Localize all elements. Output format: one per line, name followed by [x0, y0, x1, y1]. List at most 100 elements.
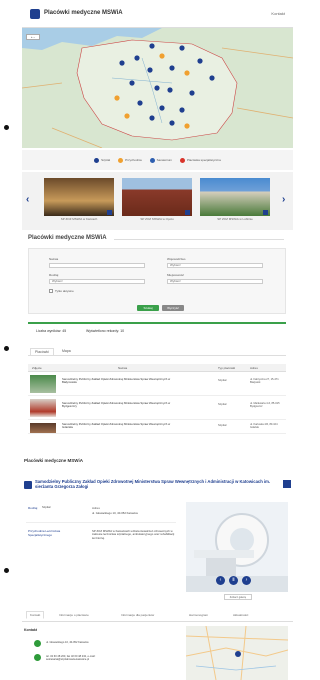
- name-input[interactable]: [49, 263, 145, 268]
- location-mini-map[interactable]: [186, 626, 288, 680]
- legend-swatch-icon: [118, 157, 124, 163]
- city-label: Miejscowość: [167, 273, 185, 277]
- name-label: Nazwa: [49, 257, 59, 261]
- row-photo: [30, 375, 56, 393]
- legend-item[interactable]: Przychodnia: [118, 157, 142, 163]
- facility-tabs: Kontakt Informacje o placówce Informacje…: [22, 608, 293, 622]
- tab-contact[interactable]: Kontakt: [26, 611, 45, 619]
- clear-button[interactable]: Wyczyść: [162, 305, 184, 311]
- legend-swatch-icon: [180, 157, 185, 163]
- filter-form: Nazwa Województwo Wybierz Rodzaj Wybierz…: [28, 248, 286, 314]
- contact-address: ul. Głowackiego 10, 40-052 Katowice: [46, 641, 89, 644]
- row-address: ul. Markwarta 4-6, 85-015 Bydgoszcz: [250, 402, 280, 409]
- page-title: Placówki medyczne MSWiA: [28, 235, 107, 241]
- tab-schedule[interactable]: Harmonogram: [186, 612, 211, 618]
- info-divider: [26, 522, 176, 523]
- results-count: Liczba wyników: 45: [36, 329, 67, 333]
- menu-icon[interactable]: [283, 480, 291, 488]
- contact-heading: Kontakt: [24, 628, 38, 632]
- active-checkbox[interactable]: [49, 289, 53, 293]
- type-label: Rodzaj: [49, 273, 59, 277]
- row-name[interactable]: Samodzielny Publiczny Zakład Opieki Zdro…: [62, 377, 182, 385]
- carousel-caption: SP ZOZ MSWiA w Opolu: [140, 217, 174, 221]
- checkbox-label: Tylko aktywne: [55, 289, 74, 293]
- row-name[interactable]: Samodzielny Publiczny Zakład Opieki Zdro…: [62, 401, 182, 409]
- legend-item[interactable]: Sanatorium: [149, 157, 172, 163]
- column-header[interactable]: Nazwa: [118, 366, 127, 370]
- next-photo-icon[interactable]: ›: [242, 576, 251, 585]
- city-select[interactable]: Wybierz: [167, 279, 263, 284]
- legend-swatch-icon: [149, 157, 155, 163]
- type-select[interactable]: Wybierz: [49, 279, 145, 284]
- map-legend: Szpital Przychodnia Sanatorium Placówka …: [22, 150, 293, 170]
- carousel-caption: SP ZOZ MSWiA w Kielcach: [60, 217, 98, 221]
- poland-map[interactable]: + −: [22, 28, 293, 148]
- carousel-prev-icon[interactable]: ‹: [26, 194, 29, 205]
- facility-header: Samodzielny Publiczny Zakład Opieki Zdro…: [22, 478, 293, 500]
- table-row[interactable]: Samodzielny Publiczny Zakład Opieki Zdro…: [28, 372, 286, 396]
- header-link[interactable]: Kontakt: [271, 11, 285, 16]
- prev-photo-icon[interactable]: ‹: [216, 576, 225, 585]
- tab-list[interactable]: Placówki: [30, 348, 54, 355]
- column-header[interactable]: Adres: [250, 366, 258, 370]
- legend-item[interactable]: Placówka specjalistyczna: [180, 157, 221, 163]
- row-photo: [30, 399, 56, 417]
- legend-label: Przychodnia: [125, 158, 142, 162]
- row-name[interactable]: Samodzielny Publiczny Zakład Opieki Zdro…: [62, 422, 182, 430]
- carousel-item[interactable]: SP ZOZ MSWiA w Opolu: [122, 178, 192, 222]
- site-title: Placówki medyczne MSWiA: [44, 10, 123, 16]
- list-bullet: [4, 568, 9, 573]
- legend-label: Sanatorium: [156, 158, 172, 162]
- mini-map-graphic: [186, 626, 288, 680]
- list-bullet: [4, 125, 9, 130]
- photo-badge-icon: [107, 210, 112, 215]
- facility-carousel: ‹ SP ZOZ MSWiA w Kielcach SP ZOZ MSWiA w…: [22, 172, 293, 230]
- facility-photo: [44, 178, 114, 216]
- type-value: Szpital: [42, 505, 51, 509]
- column-header: Zdjęcie: [32, 366, 42, 370]
- row-type: Szpital: [218, 378, 227, 382]
- map-pin-icon: [235, 651, 241, 657]
- facility-photo: [200, 178, 270, 216]
- list-bullet: [4, 346, 9, 351]
- table-row[interactable]: Samodzielny Publiczny Zakład Opieki Zdro…: [28, 420, 286, 434]
- gallery-button[interactable]: Zobacz galerię: [224, 594, 252, 600]
- results-table: Zdjęcie Nazwa Typ placówki Adres Samodzi…: [28, 364, 286, 434]
- type-label: Rodzaj: [28, 506, 38, 510]
- shown-count: Wyświetlono rekordy: 10: [86, 329, 125, 333]
- search-results-screenshot: Placówki medyczne MSWiA Nazwa Województw…: [22, 232, 293, 457]
- table-row[interactable]: Samodzielny Publiczny Zakład Opieki Zdro…: [28, 396, 286, 420]
- carousel-caption: SP ZOZ MSWiA w Lublinie: [217, 217, 253, 221]
- map-graphic: [22, 28, 293, 148]
- legend-item[interactable]: Szpital: [94, 157, 111, 163]
- photo-badge-icon: [263, 210, 268, 215]
- legend-label: Szpital: [101, 158, 111, 162]
- column-header[interactable]: Typ placówki: [218, 366, 235, 370]
- address-value: ul. Głowackiego 10, 40-052 Katowice: [92, 511, 139, 515]
- search-button[interactable]: Szukaj: [137, 305, 159, 311]
- eagle-logo-icon: [24, 481, 32, 489]
- pause-icon[interactable]: Ⅱ: [229, 576, 238, 585]
- tab-patient-info[interactable]: Informacje dla pacjentów: [118, 612, 157, 618]
- row-address: ul. Fabryczna 27, 15-471 Białystok: [250, 378, 279, 385]
- clinic-link[interactable]: Przychodnia Lecznictwa Specjalistycznego: [28, 529, 68, 537]
- facility-name: Samodzielny Publiczny Zakład Opieki Zdro…: [35, 479, 271, 489]
- page-title: Placówki medyczne MSWiA: [24, 458, 83, 463]
- contact-phone[interactable]: tel. 32 60 48 200, fax 32 60 48 232, e-m…: [46, 655, 116, 661]
- facility-detail-screenshot: Placówki medyczne MSWiA Samodzielny Publ…: [22, 458, 293, 680]
- map-zoom-control[interactable]: + −: [26, 34, 40, 40]
- carousel-next-icon[interactable]: ›: [282, 194, 285, 205]
- homepage-screenshot: Placówki medyczne MSWiA Kontakt + − Szpi…: [22, 0, 293, 230]
- voivodeship-select[interactable]: Wybierz: [167, 263, 263, 268]
- tab-map[interactable]: Mapa: [58, 348, 75, 354]
- tab-facility-info[interactable]: Informacje o placówce: [56, 612, 92, 618]
- legend-swatch-icon: [94, 157, 100, 163]
- phone-icon: [34, 654, 41, 661]
- title-divider: [114, 239, 284, 240]
- carousel-item[interactable]: SP ZOZ MSWiA w Lublinie: [200, 178, 270, 222]
- carousel-item[interactable]: SP ZOZ MSWiA w Kielcach: [44, 178, 114, 222]
- photo-badge-icon: [185, 210, 190, 215]
- row-type: Szpital: [218, 423, 227, 427]
- row-type: Szpital: [218, 402, 227, 406]
- tab-news[interactable]: Aktualności: [230, 612, 251, 618]
